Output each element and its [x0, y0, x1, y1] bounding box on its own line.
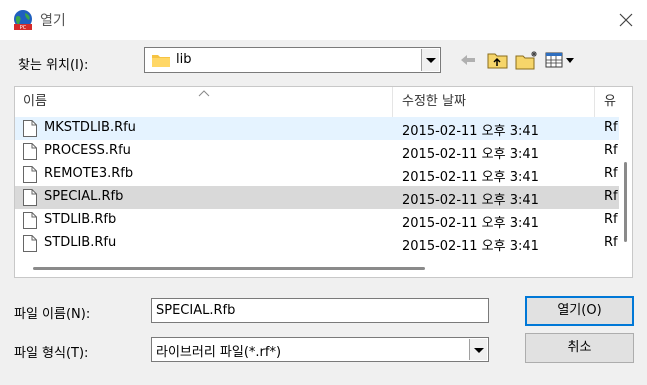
svg-text:PC: PC: [20, 25, 27, 31]
file-name: MKSTDLIB.Rfu: [44, 120, 136, 135]
filename-label: 파일 이름(N):: [14, 307, 91, 322]
list-item[interactable]: STDLIB.Rfu 2015-02-11 오후 3:41 Rfu: [15, 232, 619, 255]
up-folder-icon[interactable]: [487, 50, 509, 70]
file-type: Rfb: [604, 166, 618, 181]
file-icon: [23, 143, 37, 160]
file-date: 2015-02-11 오후 3:41: [402, 216, 539, 231]
file-date: 2015-02-11 오후 3:41: [402, 239, 539, 254]
file-name: STDLIB.Rfb: [44, 212, 117, 227]
view-menu-icon[interactable]: [545, 50, 579, 70]
close-icon[interactable]: [617, 11, 635, 29]
file-date: 2015-02-11 오후 3:41: [402, 193, 539, 208]
vertical-scroll-thumb[interactable]: [624, 162, 627, 242]
list-item[interactable]: SPECIAL.Rfb 2015-02-11 오후 3:41 Rfb: [15, 186, 619, 209]
globe-app-icon: PC: [14, 10, 32, 31]
file-name: REMOTE3.Rfb: [44, 166, 134, 181]
title-bar: PC 열기: [0, 0, 647, 40]
open-button[interactable]: 열기(O): [525, 296, 634, 326]
list-header: 이름 수정한 날짜 유: [15, 87, 632, 117]
window-title: 열기: [40, 13, 66, 29]
chevron-down-icon: [474, 348, 484, 353]
file-icon: [23, 166, 37, 183]
new-folder-icon[interactable]: [515, 50, 539, 70]
file-date: 2015-02-11 오후 3:41: [402, 170, 539, 185]
sort-ascending-icon: [198, 90, 210, 97]
list-item[interactable]: STDLIB.Rfb 2015-02-11 오후 3:41 Rfb: [15, 209, 619, 232]
lookin-label: 찾는 위치(I):: [18, 58, 89, 73]
file-date: 2015-02-11 오후 3:41: [402, 124, 539, 139]
column-header-date[interactable]: 수정한 날짜: [402, 87, 466, 117]
file-type: Rfu: [604, 235, 618, 250]
horizontal-scroll-thumb[interactable]: [33, 267, 425, 270]
column-header-name[interactable]: 이름: [23, 87, 47, 117]
file-icon: [23, 120, 37, 137]
file-list[interactable]: 이름 수정한 날짜 유 MKSTDLIB.Rfu 2015-02-11 오후 3:…: [14, 86, 633, 278]
file-type: Rfu: [604, 120, 618, 135]
vertical-scrollbar[interactable]: [619, 117, 632, 261]
file-type: Rfu: [604, 143, 618, 158]
lookin-dropdown-button[interactable]: [421, 49, 439, 71]
filename-input[interactable]: [151, 298, 489, 323]
folder-icon: [152, 55, 170, 67]
file-type: Rfb: [604, 189, 618, 204]
list-item[interactable]: PROCESS.Rfu 2015-02-11 오후 3:41 Rfu: [15, 140, 619, 163]
lookin-value: lib: [176, 52, 192, 67]
list-item[interactable]: MKSTDLIB.Rfu 2015-02-11 오후 3:41 Rfu: [15, 117, 619, 140]
file-icon: [23, 235, 37, 252]
file-type: Rfb: [604, 212, 618, 227]
filetype-value: 라이브러리 파일(*.rf*): [156, 345, 282, 360]
lookin-combo[interactable]: lib: [144, 47, 441, 73]
file-name: STDLIB.Rfu: [44, 235, 117, 250]
horizontal-scrollbar[interactable]: [15, 261, 619, 277]
file-icon: [23, 189, 37, 206]
file-name: PROCESS.Rfu: [44, 143, 131, 158]
file-icon: [23, 212, 37, 229]
back-arrow-icon[interactable]: [458, 50, 478, 70]
cancel-button[interactable]: 취소: [525, 333, 634, 363]
column-header-type[interactable]: 유: [604, 87, 616, 117]
chevron-down-icon: [426, 58, 436, 63]
filetype-select[interactable]: 라이브러리 파일(*.rf*): [151, 337, 489, 362]
file-date: 2015-02-11 오후 3:41: [402, 147, 539, 162]
list-item[interactable]: REMOTE3.Rfb 2015-02-11 오후 3:41 Rfb: [15, 163, 619, 186]
filetype-dropdown-button[interactable]: [469, 339, 487, 360]
filetype-label: 파일 형식(T):: [14, 346, 89, 361]
file-name: SPECIAL.Rfb: [44, 189, 124, 204]
